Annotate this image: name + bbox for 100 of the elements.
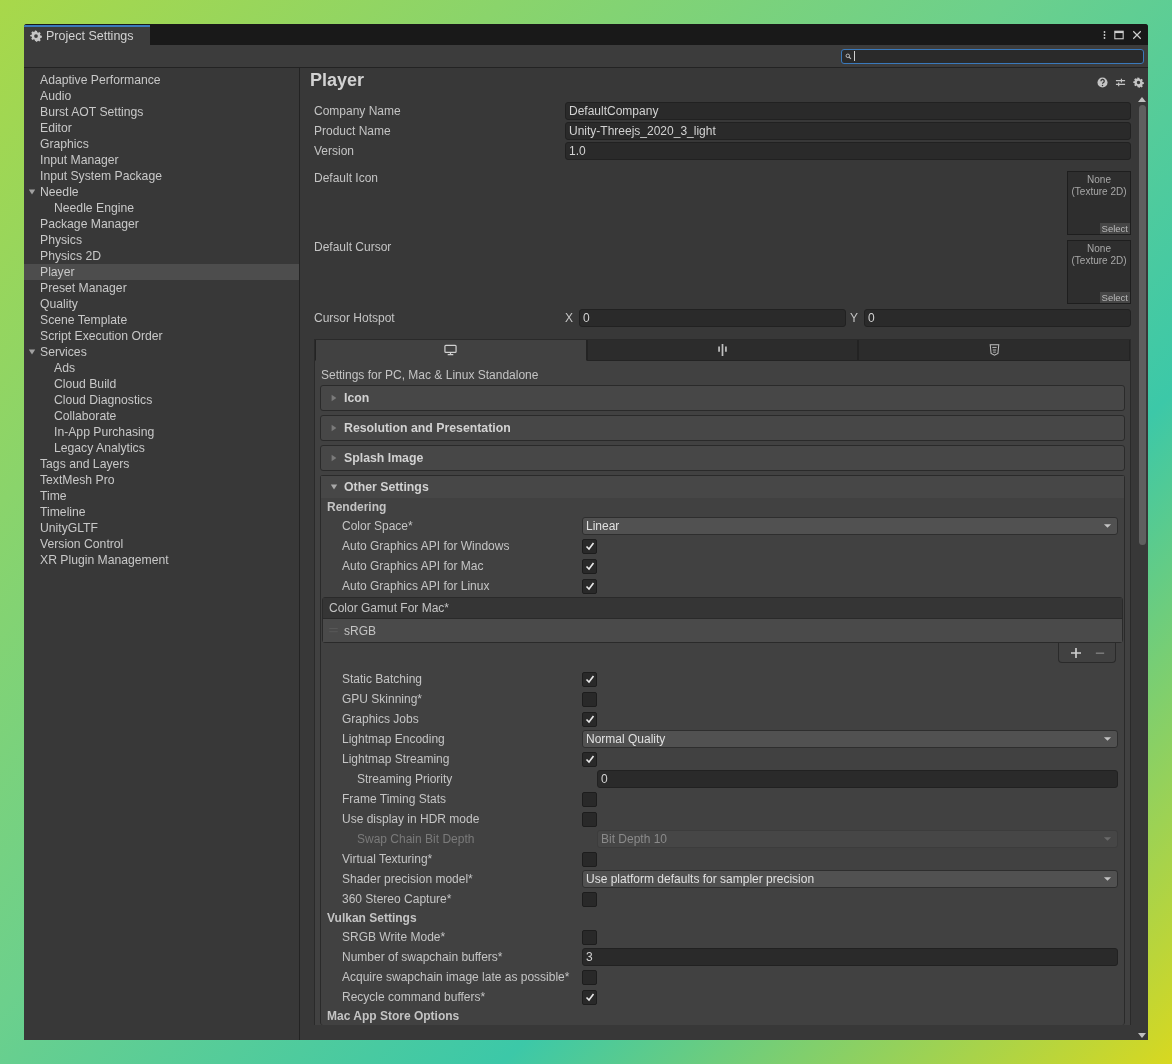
sidebar-item[interactable]: Services [24,344,299,360]
list-title: Color Gamut For Mac* [323,598,1122,619]
checkbox[interactable] [582,791,597,807]
caret-icon [28,188,36,196]
checkbox[interactable] [582,891,597,907]
input-field[interactable]: 0 [864,309,1131,327]
close-icon[interactable] [1132,30,1142,40]
group-heading: Mac App Store Options [327,1008,461,1025]
search-field[interactable] [841,48,1144,64]
dropdown[interactable]: Linear [582,517,1118,535]
texture-slot[interactable]: None (Texture 2D) Select [1067,171,1131,235]
setting-label: Static Batching [342,672,424,686]
sidebar-item[interactable]: Preset Manager [24,280,299,296]
checkmark-icon [583,540,596,552]
sidebar-item[interactable]: Graphics [24,136,299,152]
foldout-header[interactable]: Other Settings [321,476,1124,498]
setting-label: Auto Graphics API for Windows [342,539,511,553]
checkbox[interactable] [582,811,597,827]
input-field[interactable]: Unity-Threejs_2020_3_light [565,122,1131,140]
checkbox[interactable] [582,691,597,707]
checkbox[interactable] [582,711,597,727]
checkbox[interactable] [582,751,597,767]
foldout-header[interactable]: Icon [321,386,1124,410]
scroll-down-icon[interactable] [1138,1033,1146,1038]
sidebar-item[interactable]: Package Manager [24,216,299,232]
checkmark-icon [583,560,596,572]
settings-icon[interactable] [1133,76,1144,88]
checkbox[interactable] [582,671,597,687]
caret-icon [28,348,36,356]
sidebar-item[interactable]: Cloud Build [24,376,299,392]
sidebar-item[interactable]: TextMesh Pro [24,472,299,488]
setting-label: Auto Graphics API for Linux [342,579,491,593]
sidebar-item[interactable]: Adaptive Performance [24,72,299,88]
sidebar-item[interactable]: Timeline [24,504,299,520]
sidebar-item[interactable]: Needle Engine [24,200,299,216]
maximize-icon[interactable] [1114,30,1124,40]
sidebar-item[interactable]: Version Control [24,536,299,552]
sidebar-item[interactable]: XR Plugin Management [24,552,299,568]
foldout-header[interactable]: Resolution and Presentation [321,416,1124,440]
texture-slot[interactable]: None (Texture 2D) Select [1067,240,1131,304]
sidebar-item[interactable]: In-App Purchasing [24,424,299,440]
input-field[interactable]: DefaultCompany [565,102,1131,120]
sidebar-item[interactable]: Editor [24,120,299,136]
scroll-up-icon[interactable] [1138,97,1146,102]
checkbox[interactable] [582,851,597,867]
field-label: Default Icon [314,171,380,185]
checkbox[interactable] [582,969,597,985]
sidebar-item[interactable]: Collaborate [24,408,299,424]
sidebar-item[interactable]: Legacy Analytics [24,440,299,456]
sidebar-item[interactable]: Burst AOT Settings [24,104,299,120]
sidebar-item[interactable]: Tags and Layers [24,456,299,472]
sidebar-item[interactable]: UnityGLTF [24,520,299,536]
select-button[interactable]: Select [1099,223,1130,234]
checkbox[interactable] [582,558,597,574]
sidebar-item[interactable]: Player [24,264,299,280]
sidebar-item[interactable]: Ads [24,360,299,376]
setting-label: Swap Chain Bit Depth [356,832,476,846]
shield-icon [987,344,1001,356]
caret-icon [330,394,338,402]
sliders-icon[interactable] [1115,76,1126,88]
window-tab[interactable]: Project Settings [24,25,150,45]
sidebar-item[interactable]: Physics 2D [24,248,299,264]
checkbox[interactable] [582,989,597,1005]
caret-icon [1103,876,1112,882]
sidebar-item[interactable]: Script Execution Order [24,328,299,344]
axis-label: X [565,311,574,325]
checkbox[interactable] [582,538,597,554]
field-label: Version [314,144,356,158]
help-icon[interactable] [1097,76,1108,88]
gear-icon [30,30,42,42]
input-field[interactable]: 0 [597,770,1118,788]
input-field[interactable]: 1.0 [565,142,1131,160]
sidebar-item[interactable]: Cloud Diagnostics [24,392,299,408]
dropdown[interactable]: Use platform defaults for sampler precision [582,870,1118,888]
sidebar-item[interactable]: Time [24,488,299,504]
select-button[interactable]: Select [1099,292,1130,303]
sidebar-item[interactable]: Input Manager [24,152,299,168]
sidebar-item[interactable]: Audio [24,88,299,104]
texture-value: None (Texture 2D) [1070,173,1128,198]
input-field[interactable]: 0 [579,309,846,327]
input-field[interactable]: 3 [582,948,1118,966]
checkbox[interactable] [582,578,597,594]
dropdown[interactable]: Normal Quality [582,730,1118,748]
sidebar-item[interactable]: Needle [24,184,299,200]
platform-caption: Settings for PC, Mac & Linux Standalone [320,367,540,384]
foldout-header[interactable]: Splash Image [321,446,1124,470]
sidebar-item[interactable]: Physics [24,232,299,248]
panel-title: Player [310,70,365,91]
caret-icon [1103,523,1112,529]
checkmark-icon [583,580,596,592]
more-icon[interactable] [1103,30,1106,40]
sidebar-item[interactable]: Scene Template [24,312,299,328]
checkbox[interactable] [582,929,597,945]
group-heading: Rendering [327,499,388,516]
add-icon[interactable] [1071,647,1081,658]
sidebar-item[interactable]: Input System Package [24,168,299,184]
field-label: Default Cursor [314,240,393,254]
setting-label: Lightmap Streaming [342,752,451,766]
checkmark-icon [583,673,596,685]
sidebar-item[interactable]: Quality [24,296,299,312]
